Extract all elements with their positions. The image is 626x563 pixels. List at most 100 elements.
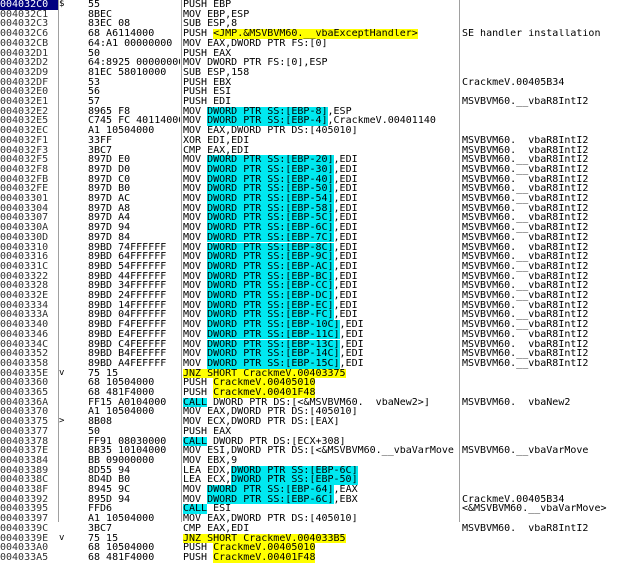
hex-bytes-cell: 89BD 24FFFFFF	[88, 291, 167, 301]
disasm-row[interactable]: 004032E5 C745 FC 40114000 MOV DWORD PTR SS…	[0, 116, 626, 127]
hex-bytes-cell: 89BD B4FEFFFF	[88, 349, 167, 359]
instruction-text: PUSH EDI	[183, 97, 232, 107]
jump-marker	[59, 407, 70, 417]
disasm-row[interactable]: 00403377 50 PUSH EAX	[0, 427, 626, 437]
hex-bytes-cell: FF15 A0104000	[88, 397, 167, 408]
instruction-text: ,EAX	[333, 485, 358, 495]
disassembly-pane[interactable]: 004032C0 $55 PUSH EBP 004032C1 8BEC MOV EBP,E…	[0, 0, 626, 563]
disasm-row[interactable]: 004032F8 897D D0 MOV DWORD PTR SS:[EBP-30]…	[0, 164, 626, 175]
instruction-cell: MOV ECX,DWORD PTR DS:[EAX]	[183, 417, 458, 427]
instruction-cell: SUB ESP,8	[183, 19, 458, 29]
instruction-text: ,EDI	[339, 339, 364, 350]
disasm-row[interactable]: 0040337E 8B35 10104000 MOV ESI,DWORD PTR D…	[0, 446, 626, 456]
jump-marker	[59, 330, 70, 340]
disasm-row[interactable]: 0040339E v 75 15 JNZ SHORT CrackmeV.004033B…	[0, 533, 626, 544]
disasm-row[interactable]: 00403310 89BD 74FFFFFF MOV DWORD PTR SS:[E…	[0, 242, 626, 253]
disasm-row[interactable]: 0040330D 897D 84 MOV DWORD PTR SS:[EBP-7C]…	[0, 232, 626, 243]
disasm-row[interactable]: 00403352 89BD B4FEFFFF MOV DWORD PTR SS:[E…	[0, 349, 626, 359]
instruction-text: ,EDI	[333, 310, 358, 321]
disasm-row[interactable]: 004032FB 897D C0 MOV DWORD PTR SS:[EBP-40]…	[0, 174, 626, 185]
disasm-row[interactable]: 004032F5 897D E0 MOV DWORD PTR SS:[EBP-20]…	[0, 155, 626, 165]
hex-bytes-cell: 89BD E4FEFFFF	[88, 329, 167, 340]
disasm-row[interactable]: 00403307 897D A4 MOV DWORD PTR SS:[EBP-5C]…	[0, 213, 626, 224]
hex-bytes-cell: 8965 F8	[88, 106, 131, 117]
disasm-row[interactable]: 00403389 8D55 94 LEA EDX,DWORD PTR SS:[EBP…	[0, 465, 626, 476]
jump-marker	[59, 39, 70, 49]
disasm-row[interactable]: 0040338C 8D4D B0 LEA ECX,DWORD PTR SS:[EBP…	[0, 475, 626, 485]
disasm-row[interactable]: 00403370 A1 10504000 MOV EAX,DWORD PTR DS:…	[0, 407, 626, 417]
disasm-row[interactable]: 004032FE 897D B0 MOV DWORD PTR SS:[EBP-50]…	[0, 184, 626, 194]
instruction-text: ,EDI	[333, 203, 358, 214]
instruction-cell: MOV DWORD PTR SS:[EBP-EC],EDI	[183, 300, 458, 311]
jump-marker	[59, 97, 70, 107]
disasm-row[interactable]: 004032CB 64:A1 00000000 MOV EAX,DWORD PTR …	[0, 39, 626, 49]
disasm-row[interactable]: 004032F3 3BC7 CMP EAX,EDI MSVBVM60.__vbaR8I…	[0, 146, 626, 156]
disasm-row[interactable]: 004032C1 8BEC MOV EBP,ESP	[0, 10, 626, 20]
comment-cell	[462, 87, 626, 97]
address-cell: 00403384	[0, 455, 49, 466]
address-cell: 004032FE	[0, 184, 49, 194]
disasm-row[interactable]: 00403395 FFD6 CALL ESI <&MSVBVM60.__vbaVarM…	[0, 504, 626, 515]
hex-bytes-cell: 3BC7	[88, 145, 113, 156]
address-cell: 00403389	[0, 465, 49, 476]
highlighted-operand: CALL	[183, 397, 208, 408]
disasm-row[interactable]: 004032C0 $55 PUSH EBP	[0, 0, 626, 10]
disasm-row[interactable]: 004033A5 68 481F4000 PUSH CrackmeV.00401F4…	[0, 552, 626, 563]
disasm-row[interactable]: 004032F1 33FF XOR EDI,EDI MSVBVM60.__vbaR8I…	[0, 136, 626, 146]
comment-cell: MSVBVM60.__vbaR8IntI2	[462, 349, 589, 359]
disasm-row[interactable]: 0040335E v 75 15 JNZ SHORT CrackmeV.0040337…	[0, 368, 626, 379]
disasm-row[interactable]: 00403360 68 10504000 PUSH CrackmeV.0040501…	[0, 378, 626, 388]
disasm-row[interactable]: 00403322 89BD 44FFFFFF MOV DWORD PTR SS:[E…	[0, 271, 626, 282]
disasm-row[interactable]: 00403316 89BD 64FFFFFF MOV DWORD PTR SS:[E…	[0, 252, 626, 262]
disasm-row[interactable]: 0040334C 89BD C4FEFFFF MOV DWORD PTR SS:[E…	[0, 339, 626, 350]
instruction-text: ,EDI	[333, 281, 358, 291]
disasm-row[interactable]: 00403328 89BD 34FFFFFF MOV DWORD PTR SS:[E…	[0, 281, 626, 291]
disasm-row[interactable]: 00403378 FF91 08030000 CALL DWORD PTR DS:[…	[0, 436, 626, 447]
disasm-row[interactable]: 004033A0 68 10504000 PUSH CrackmeV.0040501…	[0, 543, 626, 553]
disasm-row[interactable]: 00403301 897D AC MOV DWORD PTR SS:[EBP-54]…	[0, 194, 626, 204]
disasm-row[interactable]: 004032D9 81EC 58010000 SUB ESP,158	[0, 68, 626, 78]
disasm-row[interactable]: 00403397 A1 10504000 MOV EAX,DWORD PTR DS:…	[0, 514, 626, 524]
highlighted-operand: DWORD PTR SS:[EBP-FC]	[207, 310, 334, 321]
disasm-row[interactable]: 004032C6 68 A6114000 PUSH <JMP.&MSVBVM60._…	[0, 29, 626, 39]
instruction-cell: XOR EDI,EDI	[183, 136, 458, 146]
disasm-row[interactable]: 00403384 BB 09000000 MOV EBX,9	[0, 456, 626, 466]
disasm-row[interactable]: 0040339C 3BC7 CMP EAX,EDI MSVBVM60.__vbaR8I…	[0, 524, 626, 534]
comment-cell: SE handler installation	[462, 29, 601, 39]
instruction-cell: MOV EAX,DWORD PTR DS:[405010]	[183, 126, 458, 136]
disasm-row[interactable]: 00403375 >8B08 MOV ECX,DWORD PTR DS:[EAX]	[0, 417, 626, 427]
disasm-row[interactable]: 004032C3 83EC 08 SUB ESP,8	[0, 19, 626, 29]
comment-cell	[462, 49, 626, 59]
disasm-row[interactable]: 004032D2 64:8925 00000000 MOV DWORD PTR FS…	[0, 58, 626, 68]
disasm-row[interactable]: 00403340 89BD F4FEFFFF MOV DWORD PTR SS:[E…	[0, 320, 626, 330]
disasm-row[interactable]: 0040338F 8945 9C MOV DWORD PTR SS:[EBP-64]…	[0, 485, 626, 495]
hex-bytes-cell: 895D 94	[88, 494, 131, 505]
disasm-row[interactable]: 00403346 89BD E4FEFFFF MOV DWORD PTR SS:[E…	[0, 329, 626, 340]
disasm-row[interactable]: 004032DF 53 PUSH EBX CrackmeV.00405B34	[0, 78, 626, 88]
disasm-row[interactable]: 0040336A FF15 A0104000 CALL DWORD PTR DS:[…	[0, 397, 626, 408]
hex-bytes-cell: 89BD C4FEFFFF	[88, 339, 167, 350]
disasm-row[interactable]: 0040330A 897D 94 MOV DWORD PTR SS:[EBP-6C]…	[0, 223, 626, 233]
disasm-row[interactable]: 004032E1 57 PUSH EDI MSVBVM60.__vbaR8IntI2	[0, 97, 626, 107]
disasm-row[interactable]: 00403334 89BD 14FFFFFF MOV DWORD PTR SS:[E…	[0, 300, 626, 311]
highlighted-operand: DWORD PTR SS:[EBP-11C]	[207, 329, 340, 340]
disasm-row[interactable]: 0040331C 89BD 54FFFFFF MOV DWORD PTR SS:[E…	[0, 261, 626, 272]
instruction-text: ,EDI	[339, 358, 364, 369]
disasm-row[interactable]: 004032D1 50 PUSH EAX	[0, 49, 626, 59]
address-cell: 004032D1	[0, 48, 49, 59]
disasm-row[interactable]: 00403365 68 481F4000 PUSH CrackmeV.00401F4…	[0, 388, 626, 398]
instruction-cell: MOV EAX,DWORD PTR DS:[405010]	[183, 407, 458, 417]
jump-marker	[59, 378, 70, 388]
disasm-row[interactable]: 004032E2 8965 F8 MOV DWORD PTR SS:[EBP-8],…	[0, 106, 626, 117]
disasm-row[interactable]: 0040332E 89BD 24FFFFFF MOV DWORD PTR SS:[E…	[0, 291, 626, 301]
disasm-row[interactable]: 00403304 897D A8 MOV DWORD PTR SS:[EBP-58]…	[0, 203, 626, 214]
comment-cell: MSVBVM60.__vbaR8IntI2	[462, 358, 589, 369]
column-divider	[58, 0, 59, 522]
disasm-row[interactable]: 004032EC A1 10504000 MOV EAX,DWORD PTR DS:…	[0, 126, 626, 136]
disasm-row[interactable]: 004032E0 56 PUSH ESI	[0, 87, 626, 97]
disasm-row[interactable]: 00403358 89BD A4FEFFFF MOV DWORD PTR SS:[E…	[0, 358, 626, 369]
address-cell: 004033A0	[0, 543, 49, 553]
disasm-row[interactable]: 0040333A 89BD 04FFFFFF MOV DWORD PTR SS:[E…	[0, 310, 626, 321]
instruction-text: MOV	[183, 320, 208, 330]
disasm-row[interactable]: 00403392 895D 94 MOV DWORD PTR SS:[EBP-6C]…	[0, 494, 626, 505]
